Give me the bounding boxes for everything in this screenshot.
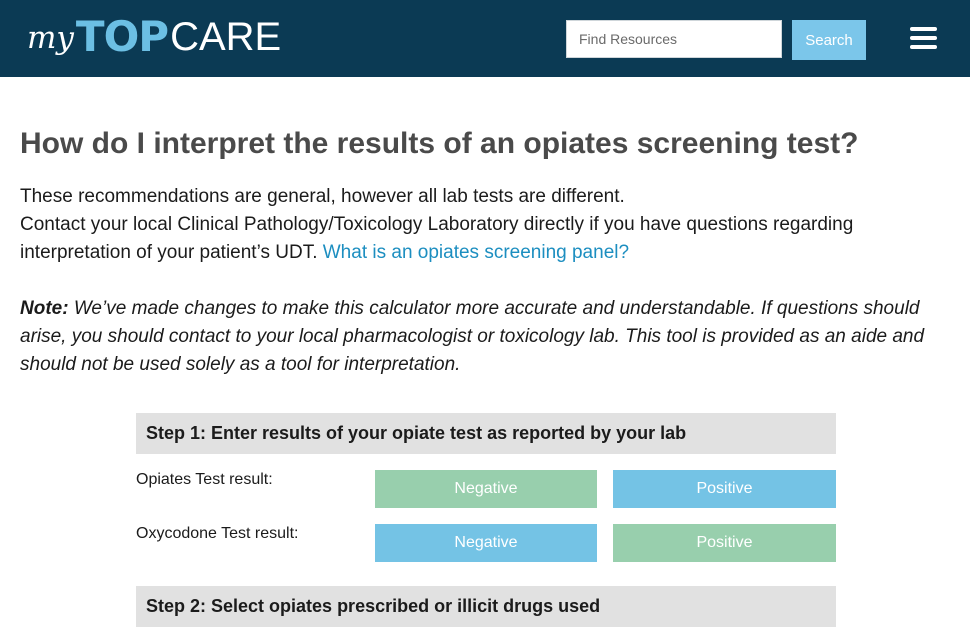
opiates-negative-button[interactable]: Negative (375, 470, 597, 508)
site-header: my TOP CARE Search (0, 0, 970, 77)
search-input[interactable] (566, 20, 782, 58)
menu-bar-bottom (910, 45, 937, 49)
search-button[interactable]: Search (792, 20, 866, 60)
step-1-header: Step 1: Enter results of your opiate tes… (136, 413, 836, 454)
logo-my-text: my (27, 20, 74, 56)
oxycodone-positive-button[interactable]: Positive (613, 524, 836, 562)
menu-bar-top (910, 27, 937, 31)
logo-care-text: CARE (170, 15, 282, 59)
opiates-result-label: Opiates Test result: (136, 471, 273, 488)
note-text: We’ve made changes to make this calculat… (20, 298, 925, 375)
intro-line-2: Contact your local Clinical Pathology/To… (20, 211, 920, 267)
menu-bar-middle (910, 36, 937, 40)
step-2-header: Step 2: Select opiates prescribed or ill… (136, 586, 836, 627)
intro-text: These recommendations are general, howev… (20, 183, 920, 267)
oxycodone-negative-button[interactable]: Negative (375, 524, 597, 562)
intro-line-1: These recommendations are general, howev… (20, 186, 625, 207)
opiates-panel-link[interactable]: What is an opiates screening panel? (323, 242, 629, 263)
site-logo[interactable]: my TOP CARE (27, 14, 281, 64)
opiates-positive-button[interactable]: Positive (613, 470, 836, 508)
hamburger-menu-icon[interactable] (910, 27, 938, 49)
oxycodone-result-label: Oxycodone Test result: (136, 525, 299, 542)
note-paragraph: Note: We’ve made changes to make this ca… (20, 295, 950, 379)
note-label: Note: (20, 298, 69, 319)
logo-top-text: TOP (75, 12, 169, 61)
page-title: How do I interpret the results of an opi… (20, 127, 859, 160)
